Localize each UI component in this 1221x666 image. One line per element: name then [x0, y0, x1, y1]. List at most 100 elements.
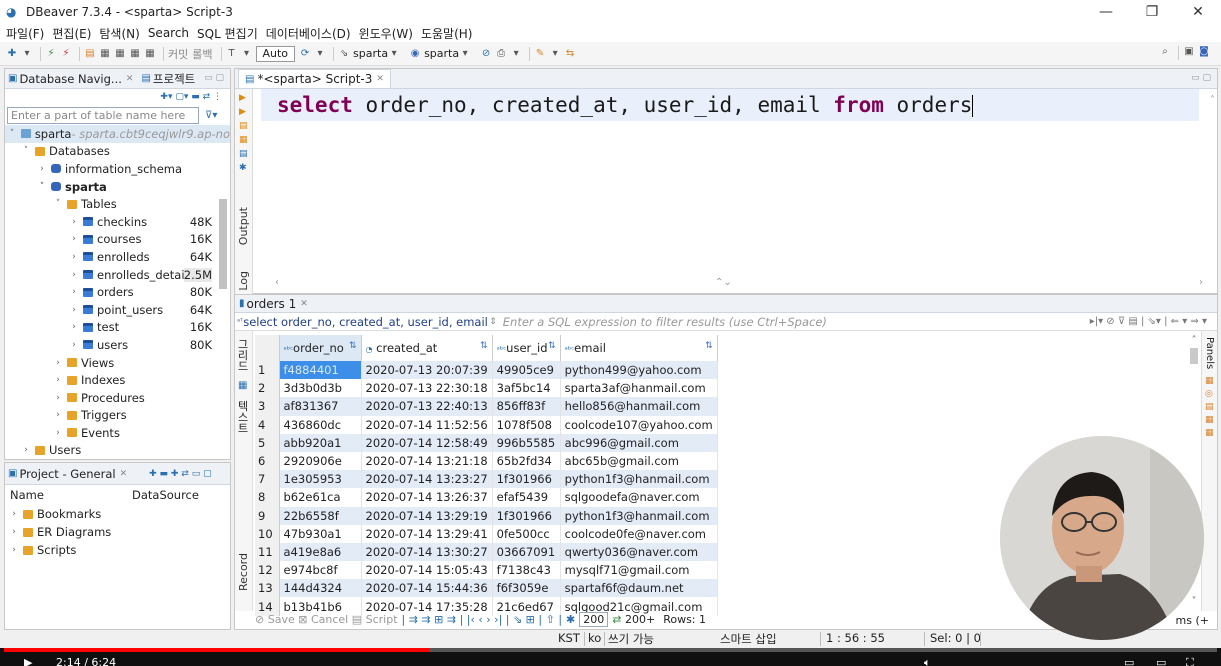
table-cell[interactable]: 2020-07-14 13:23:27	[361, 470, 493, 489]
tree-information-schema[interactable]: › information_schema	[5, 160, 230, 178]
row-number[interactable]: 8	[255, 488, 280, 507]
chevron-right-icon[interactable]: ›	[53, 375, 63, 385]
table-row[interactable]: 9 22b6558f 2020-07-14 13:29:19 1f301966 pyth…	[255, 506, 718, 525]
table-cell[interactable]: 65b2fd34	[492, 451, 561, 471]
tab-orders-1[interactable]: ▮ orders 1 ✕	[239, 297, 308, 311]
dropdown-icon[interactable]: ▾	[21, 48, 33, 60]
record-tab[interactable]: Record	[237, 553, 250, 591]
grid-icon[interactable]: ▦	[144, 48, 156, 60]
menu-window[interactable]: 윈도우(W)	[359, 25, 413, 42]
settings-icon[interactable]: ✱	[239, 163, 249, 173]
table-cell[interactable]: 2020-07-14 12:58:49	[361, 433, 493, 452]
table-cell[interactable]: 3af5bc14	[492, 379, 561, 398]
table-cell[interactable]: 0fe500cc	[492, 524, 561, 543]
tree-table[interactable]: › courses 16K	[5, 231, 230, 249]
table-cell[interactable]: 2020-07-14 11:52:56	[361, 415, 493, 434]
play-icon[interactable]: ▶	[24, 656, 32, 666]
table-row[interactable]: 2 3d3b0d3b 2020-07-13 22:30:18 3af5bc14 spar…	[255, 379, 718, 398]
table-cell[interactable]: 03667091	[492, 542, 561, 562]
menu-navigate[interactable]: 탐색(N)	[99, 25, 139, 42]
column-header-order-no[interactable]: ᵃᵇᶜorder_no ⇅	[279, 335, 362, 361]
log-tab[interactable]: Log	[237, 271, 250, 291]
panel-icons[interactable]: ▦ ◎ ▤ ▦ ▦	[1205, 375, 1214, 440]
column-header-created-at[interactable]: ◔ created_at ⇅	[361, 335, 493, 361]
filter-icon[interactable]: ⊽▾	[205, 110, 217, 121]
execute-icon[interactable]: ▶	[239, 93, 249, 103]
sql-code-line[interactable]: select order_no, created_at, user_id, em…	[261, 89, 1199, 121]
schema-selector[interactable]: ◉ sparta ▾	[409, 47, 474, 60]
tree-tables[interactable]: ˅ Tables	[5, 195, 230, 213]
tree-table[interactable]: › orders 80K	[5, 283, 230, 301]
table-cell[interactable]: coolcode107@yahoo.com	[560, 415, 718, 434]
table-cell[interactable]: abc996@gmail.com	[560, 433, 718, 452]
table-cell[interactable]: 2020-07-13 22:30:18	[361, 379, 493, 398]
table-cell[interactable]: 2020-07-13 20:07:39	[361, 361, 493, 380]
table-cell[interactable]: 2020-07-13 22:40:13	[361, 397, 493, 416]
table-cell[interactable]: sqlgoodefa@naver.com	[560, 488, 718, 507]
scrollbar-thumb[interactable]	[1190, 348, 1198, 364]
save-button[interactable]: ⊘ Save	[255, 613, 295, 626]
table-cell[interactable]: coolcode0fe@naver.com	[560, 524, 718, 543]
back-forward-icon[interactable]: ⇆	[564, 48, 576, 60]
column-header-user-id[interactable]: ᵃᵇᶜuser_id ⇅	[492, 335, 561, 361]
sql-icon[interactable]: ▤	[239, 149, 249, 159]
sort-icon[interactable]: ⇅	[705, 341, 713, 351]
project-item-bookmarks[interactable]: › Bookmarks	[5, 505, 230, 523]
tree-users[interactable]: › Users	[5, 442, 230, 460]
new-connection-icon[interactable]: ✚	[6, 48, 18, 60]
menu-file[interactable]: 파일(F)	[6, 25, 44, 42]
row-number[interactable]: 4	[255, 415, 280, 434]
row-number[interactable]: 10	[255, 524, 280, 543]
scrollbar-thumb[interactable]	[219, 199, 227, 289]
close-icon[interactable]: ✕	[120, 469, 128, 479]
explain-icon[interactable]: ▤	[239, 121, 249, 131]
table-cell[interactable]: e974bc8f	[279, 561, 362, 580]
volume-icon[interactable]: 🔈︎	[924, 656, 931, 666]
table-cell[interactable]: 1f301966	[492, 506, 561, 525]
maximize-button[interactable]: ❐	[1129, 0, 1175, 24]
scroll-down-icon[interactable]: ˅	[1187, 596, 1201, 607]
chevron-right-icon[interactable]: ›	[53, 428, 63, 438]
tree-folder-procedures[interactable]: › Procedures	[5, 389, 230, 407]
grid-view-tab[interactable]: 그리드	[238, 339, 249, 372]
filter-toolbar-icons[interactable]: ▸|▾ ⊘ ⊽ ▤ | ⇘▾ | ⇐ ▾ ⇒ ▾	[1090, 316, 1207, 327]
row-number[interactable]: 12	[255, 561, 280, 580]
rollback-button[interactable]: 롤백	[192, 46, 212, 62]
table-cell[interactable]: 2020-07-14 15:44:36	[361, 579, 493, 598]
project-item-scripts[interactable]: › Scripts	[5, 541, 230, 559]
row-number[interactable]: 2	[255, 379, 280, 398]
project-toolbar-icons[interactable]: ✚ ▬ ✚ ⇄ ▭ ▢	[149, 469, 211, 479]
chevron-right-icon[interactable]: ›	[69, 287, 79, 297]
chevron-right-icon[interactable]: ›	[69, 322, 79, 332]
table-cell[interactable]: f6f3059e	[492, 579, 561, 598]
chevron-down-icon[interactable]: ˅	[37, 182, 47, 192]
table-row[interactable]: 6 2920906e 2020-07-14 13:21:18 65b2fd34 abc6…	[255, 451, 718, 471]
minimize-maximize-icon[interactable]: ▭ ▢	[1191, 73, 1211, 83]
row-number[interactable]: 3	[255, 397, 280, 416]
dropdown-icon[interactable]: ▾	[241, 48, 253, 60]
table-cell[interactable]: 49905ce9	[492, 361, 561, 380]
table-cell[interactable]: sparta3af@hanmail.com	[560, 379, 718, 398]
script-button[interactable]: ▤ Script	[352, 613, 398, 626]
subtitles-icon[interactable]: ▭	[1124, 656, 1134, 666]
chevron-right-icon[interactable]: ›	[21, 445, 31, 455]
chevron-right-icon[interactable]: ›	[9, 509, 19, 519]
chevron-right-icon[interactable]: ›	[53, 410, 63, 420]
result-limit-input[interactable]: 200	[579, 611, 609, 627]
row-number[interactable]: 9	[255, 506, 280, 525]
menu-edit[interactable]: 편집(E)	[52, 25, 91, 42]
chevron-right-icon[interactable]: ›	[9, 527, 19, 537]
table-cell[interactable]: python1f3@hanmail.com	[560, 506, 718, 525]
tree-folder-triggers[interactable]: › Triggers	[5, 407, 230, 425]
table-cell[interactable]: 2020-07-14 13:21:18	[361, 451, 493, 471]
close-icon[interactable]: ✕	[300, 299, 308, 309]
table-row[interactable]: 5 abb920a1 2020-07-14 12:58:49 996b5585 abc9…	[255, 433, 718, 452]
table-row[interactable]: 13 144d4324 2020-07-14 15:44:36 f6f3059e spa…	[255, 579, 718, 598]
grid-icon[interactable]: ▦	[238, 380, 249, 391]
tree-folder-views[interactable]: › Views	[5, 354, 230, 372]
disconnect-icon[interactable]: ⚡	[60, 48, 72, 60]
tree-databases[interactable]: ˅ Databases	[5, 143, 230, 161]
menu-database[interactable]: 데이터베이스(D)	[266, 25, 351, 42]
sort-icon[interactable]: ⇅	[548, 341, 556, 351]
sql-code[interactable]: select order_no, created_at, user_id, em…	[277, 93, 974, 117]
